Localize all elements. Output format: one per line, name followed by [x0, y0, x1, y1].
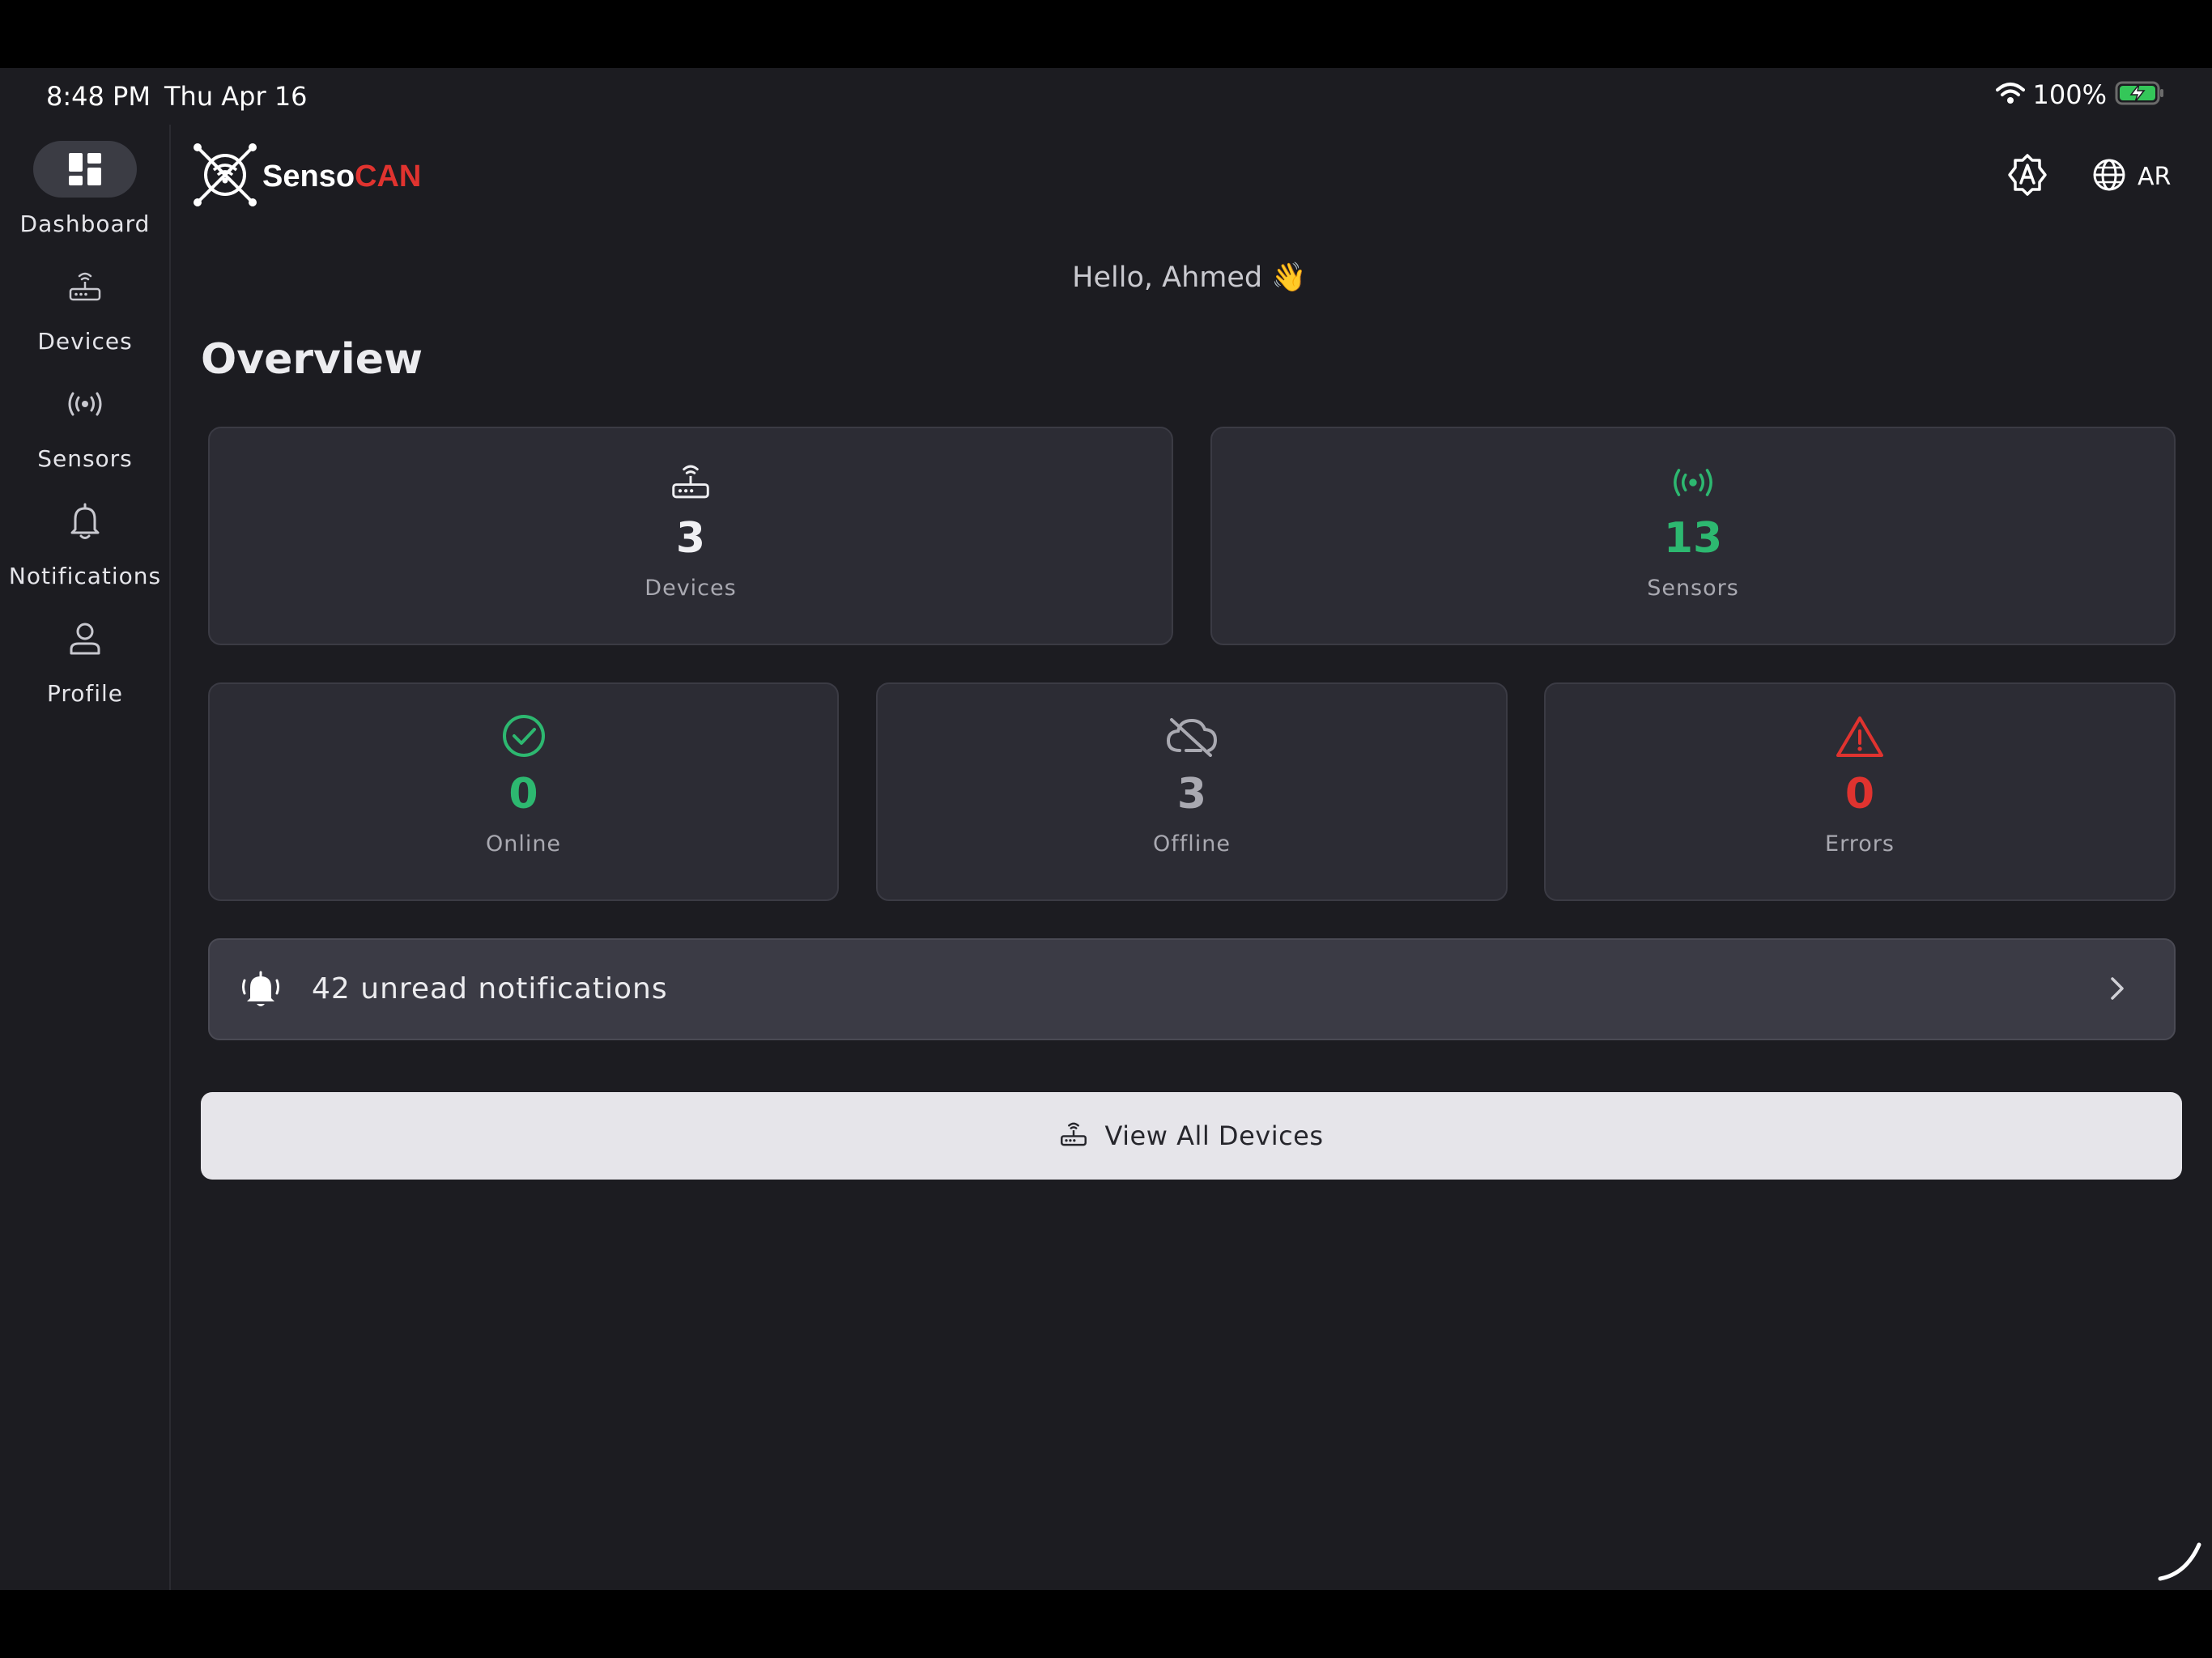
broadcast-icon	[33, 376, 137, 432]
status-date: Thu Apr 16	[164, 81, 308, 112]
offline-label: Offline	[1153, 831, 1231, 857]
greeting-text: Hello, Ahmed 👋	[1072, 261, 1307, 294]
theme-toggle-button[interactable]	[2003, 152, 2052, 201]
dashboard-icon	[33, 141, 137, 198]
sidebar-nav: Dashboard Devices Sensors Notifications …	[0, 125, 171, 1590]
sidebar-item-label: Sensors	[37, 445, 133, 472]
battery-percent: 100%	[2032, 79, 2107, 110]
broadcast-icon	[1212, 466, 2174, 500]
unread-notifications-bar[interactable]: 42 unread notifications	[208, 938, 2176, 1040]
unread-notifications-text: 42 unread notifications	[312, 972, 668, 1005]
battery-charging-icon	[2115, 80, 2165, 109]
sidebar-item-sensors[interactable]: Sensors	[0, 376, 170, 481]
auto-brightness-icon	[2005, 152, 2050, 201]
router-icon	[1059, 1120, 1088, 1152]
chevron-right-icon	[2109, 976, 2125, 1005]
bell-ringing-icon	[240, 971, 281, 1013]
sidebar-item-notifications[interactable]: Notifications	[0, 493, 170, 598]
language-switch-button[interactable]: AR	[2092, 152, 2171, 201]
devices-stat-card[interactable]: 3 Devices	[208, 427, 1173, 645]
status-indicators: 100%	[1995, 79, 2165, 110]
offline-stat-card[interactable]: 3 Offline	[876, 682, 1508, 901]
warning-triangle-icon	[1546, 715, 2174, 759]
errors-count: 0	[1844, 770, 1875, 818]
page-title: Overview	[201, 335, 423, 384]
online-count: 0	[508, 770, 538, 818]
devices-count: 3	[675, 514, 706, 563]
logo-text-senso: Senso	[262, 159, 355, 193]
status-bar: 8:48 PM Thu Apr 16 100%	[0, 68, 2212, 125]
app-screen: 8:48 PM Thu Apr 16 100% Dashboard Device…	[0, 68, 2212, 1590]
view-all-devices-button[interactable]: View All Devices	[201, 1092, 2182, 1180]
online-label: Online	[485, 831, 562, 857]
cloud-off-icon	[878, 716, 1506, 757]
offline-count: 3	[1176, 770, 1207, 818]
language-label: AR	[2138, 162, 2172, 191]
home-indicator-arc-icon	[2157, 1538, 2202, 1587]
person-icon	[33, 610, 137, 667]
logo-mark-icon	[191, 142, 259, 210]
sensors-count: 13	[1663, 514, 1723, 563]
devices-label: Devices	[644, 576, 737, 601]
status-time: 8:48 PM	[46, 81, 151, 112]
sidebar-item-label: Notifications	[8, 563, 162, 589]
view-all-devices-label: View All Devices	[1104, 1120, 1324, 1151]
sidebar-item-label: Profile	[46, 680, 124, 707]
logo-text-can: CAN	[355, 159, 422, 193]
globe-icon	[2092, 158, 2126, 195]
sensors-label: Sensors	[1647, 576, 1739, 601]
online-stat-card[interactable]: 0 Online	[208, 682, 839, 901]
logo-wordmark: SensoCAN	[262, 159, 421, 194]
sidebar-item-dashboard[interactable]: Dashboard	[0, 141, 170, 246]
sidebar-item-label: Devices	[37, 328, 133, 355]
wifi-icon	[1995, 81, 2025, 108]
errors-stat-card[interactable]: 0 Errors	[1544, 682, 2176, 901]
bell-icon	[33, 493, 137, 550]
router-icon	[33, 258, 137, 315]
router-icon	[210, 461, 1172, 503]
app-logo: SensoCAN	[191, 142, 421, 210]
sidebar-item-label: Dashboard	[19, 210, 151, 237]
errors-label: Errors	[1825, 831, 1895, 857]
sidebar-item-profile[interactable]: Profile	[0, 610, 170, 716]
sensors-stat-card[interactable]: 13 Sensors	[1210, 427, 2176, 645]
sidebar-item-devices[interactable]: Devices	[0, 258, 170, 363]
check-circle-icon	[210, 713, 837, 759]
